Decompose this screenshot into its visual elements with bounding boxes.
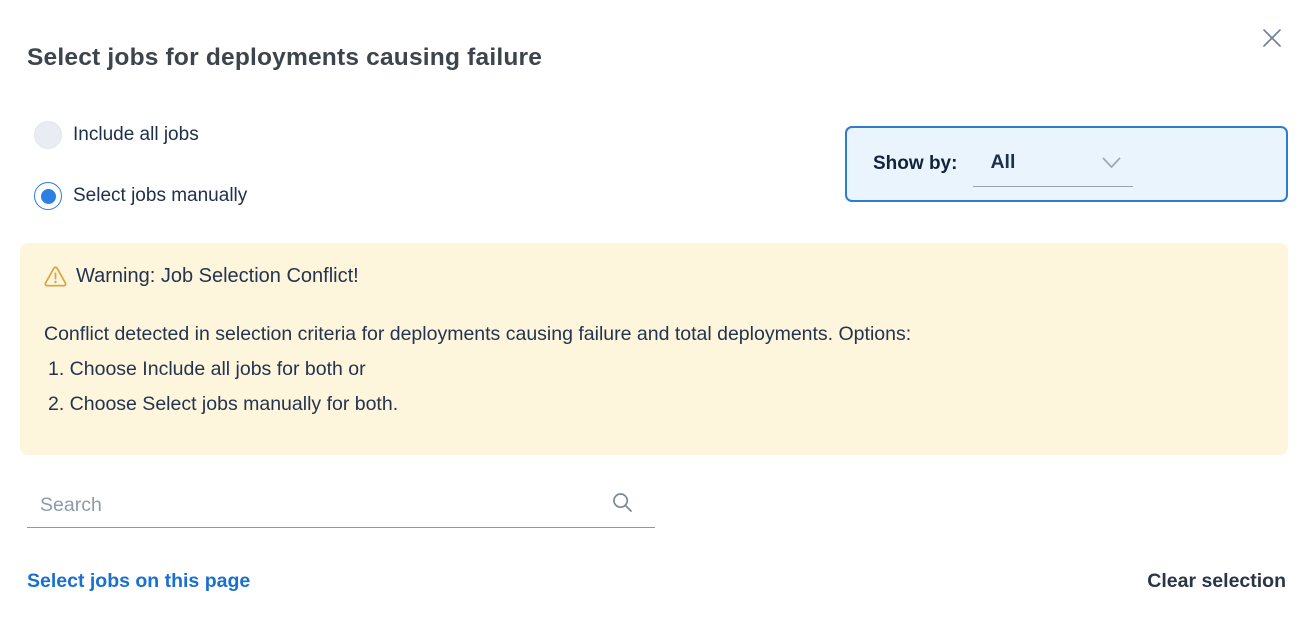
- select-jobs-on-page-link[interactable]: Select jobs on this page: [27, 570, 250, 593]
- warning-icon: [44, 266, 67, 287]
- warning-title: Warning: Job Selection Conflict!: [76, 265, 359, 288]
- close-button[interactable]: [1259, 25, 1285, 51]
- show-by-select[interactable]: All: [973, 151, 1133, 187]
- radio-label: Include all jobs: [73, 124, 199, 146]
- warning-header: Warning: Job Selection Conflict!: [44, 265, 1264, 288]
- dialog-title: Select jobs for deployments causing fail…: [27, 44, 542, 72]
- radio-option-include-all-jobs[interactable]: Include all jobs: [34, 121, 247, 149]
- show-by-selected-value: All: [990, 151, 1015, 174]
- radio-selected-icon: [34, 182, 62, 210]
- search-input[interactable]: [27, 488, 612, 517]
- warning-option-1: 1. Choose Include all jobs for both or: [44, 352, 1264, 387]
- radio-unselected-icon: [34, 121, 62, 149]
- warning-body: Conflict detected in selection criteria …: [44, 317, 1264, 352]
- radio-label: Select jobs manually: [73, 185, 247, 207]
- close-icon: [1261, 27, 1283, 49]
- job-selection-dialog: Select jobs for deployments causing fail…: [0, 0, 1308, 630]
- show-by-label: Show by:: [873, 153, 957, 175]
- show-by-panel: Show by: All: [845, 126, 1288, 202]
- clear-selection-button[interactable]: Clear selection: [1147, 570, 1286, 593]
- radio-group: Include all jobs Select jobs manually: [34, 121, 247, 210]
- radio-option-select-jobs-manually[interactable]: Select jobs manually: [34, 182, 247, 210]
- chevron-down-icon: [1102, 157, 1121, 169]
- radio-dot: [41, 189, 56, 204]
- search-icon[interactable]: [612, 492, 633, 513]
- warning-banner: Warning: Job Selection Conflict! Conflic…: [20, 243, 1288, 455]
- search-field: [27, 488, 655, 528]
- warning-option-2: 2. Choose Select jobs manually for both.: [44, 387, 1264, 422]
